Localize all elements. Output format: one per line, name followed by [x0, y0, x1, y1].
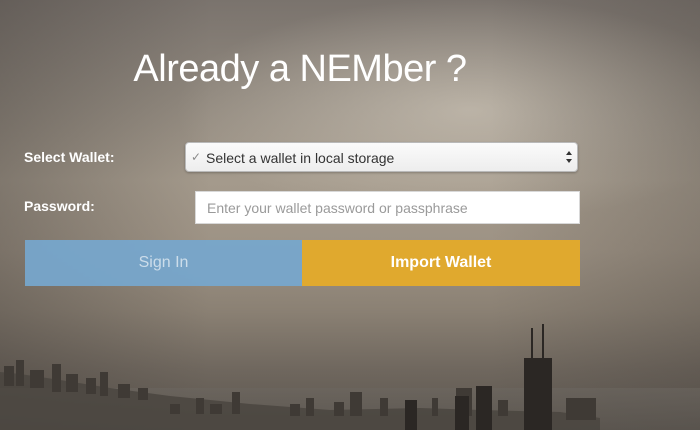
city-skyline-image: [0, 324, 700, 430]
password-input[interactable]: [195, 191, 580, 224]
password-label: Password:: [24, 198, 95, 214]
checkmark-icon: ✓: [191, 150, 202, 164]
wallet-select[interactable]: ✓ Select a wallet in local storage: [185, 142, 578, 172]
page-title: Already a NEMber ?: [133, 48, 467, 90]
wallet-select-value: Select a wallet in local storage: [206, 150, 395, 166]
sign-in-button[interactable]: Sign In: [25, 240, 302, 286]
select-arrows-icon: [565, 148, 573, 166]
import-wallet-button[interactable]: Import Wallet: [302, 240, 580, 286]
select-wallet-label: Select Wallet:: [24, 149, 115, 165]
